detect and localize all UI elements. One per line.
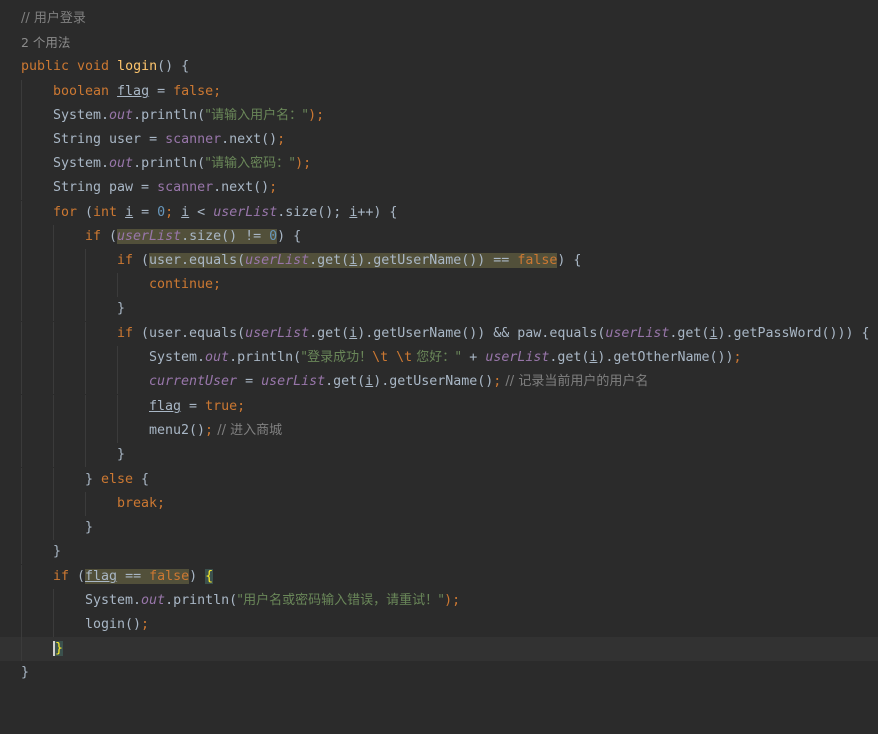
code-line: 2 个用法: [0, 31, 878, 55]
indent-guide: [21, 346, 22, 371]
comment-header: // 用户登录: [21, 11, 86, 26]
indent-guide: [117, 419, 118, 444]
usage-hint[interactable]: 2 个用法: [21, 31, 70, 55]
indent-guide: [21, 249, 22, 274]
code-line: boolean flag = false;: [0, 80, 878, 105]
indent-guide: [21, 637, 22, 662]
keyword: boolean: [53, 84, 118, 99]
literal: false: [173, 84, 214, 99]
string-literal: "请输入密码：": [205, 156, 296, 171]
code-line: System.out.println("请输入密码：");: [0, 152, 878, 177]
matched-brace: {: [205, 569, 214, 584]
code-line: for (int i = 0; i < userList.size(); i++…: [0, 201, 878, 226]
indent-guide: [21, 273, 22, 298]
indent-guide: [53, 346, 54, 371]
indent-guide: [117, 273, 118, 298]
indent-guide: [85, 419, 86, 444]
indent-guide: [21, 152, 22, 177]
code-line: String paw = scanner.next();: [0, 176, 878, 201]
indent-guide: [85, 322, 86, 347]
indent-guide: [53, 249, 54, 274]
indent-guide: [21, 516, 22, 541]
indent-guide: [53, 613, 54, 638]
code-line: }: [0, 443, 878, 468]
indent-guide: [21, 613, 22, 638]
current-line: }: [0, 637, 878, 662]
code-line: continue;: [0, 273, 878, 298]
indent-guide: [21, 201, 22, 226]
code-line: if (user.equals(userList.get(i).getUserN…: [0, 249, 878, 274]
indent-guide: [53, 322, 54, 347]
indent-guide: [117, 395, 118, 420]
indent-guide: [21, 176, 22, 201]
indent-guide: [21, 370, 22, 395]
indent-guide: [21, 492, 22, 517]
variable-flag[interactable]: flag: [117, 84, 149, 99]
code-line: }: [0, 540, 878, 565]
indent-guide: [21, 322, 22, 347]
indent-guide: [85, 443, 86, 468]
indent-guide: [21, 225, 22, 250]
indent-guide: [21, 297, 22, 322]
indent-guide: [21, 565, 22, 590]
code-line: currentUser = userList.get(i).getUserNam…: [0, 370, 878, 395]
indent-guide: [53, 395, 54, 420]
code-line: login();: [0, 613, 878, 638]
code-line: break;: [0, 492, 878, 517]
indent-guide: [85, 273, 86, 298]
indent-guide: [117, 370, 118, 395]
indent-guide: [21, 419, 22, 444]
code-line: } else {: [0, 468, 878, 493]
indent-guide: [117, 346, 118, 371]
code-line: if (flag == false) {: [0, 565, 878, 590]
indent-guide: [85, 492, 86, 517]
indent-guide: [21, 104, 22, 129]
method-signature: public void login() {: [0, 55, 878, 79]
code-line: if (userList.size() != 0) {: [0, 225, 878, 250]
string-literal: "请输入用户名：": [205, 108, 309, 123]
indent-guide: [21, 80, 22, 105]
indent-guide: [53, 370, 54, 395]
method-name[interactable]: login: [117, 59, 157, 74]
code-line: // 用户登录: [0, 7, 878, 31]
indent-guide: [85, 249, 86, 274]
indent-guide: [21, 540, 22, 565]
indent-guide: [53, 225, 54, 250]
indent-guide: [21, 443, 22, 468]
code-line: menu2(); // 进入商城: [0, 419, 878, 444]
indent-guide: [53, 297, 54, 322]
indent-guide: [53, 419, 54, 444]
code-line: System.out.println("用户名或密码输入错误，请重试！");: [0, 589, 878, 614]
indent-guide: [85, 370, 86, 395]
indent-guide: [53, 589, 54, 614]
indent-guide: [85, 297, 86, 322]
indent-guide: [21, 589, 22, 614]
code-line: }: [0, 297, 878, 322]
code-line: System.out.println("请输入用户名：");: [0, 104, 878, 129]
code-editor[interactable]: // 用户登录 2 个用法 public void login() { bool…: [0, 0, 878, 698]
signature-rest: () {: [157, 59, 190, 74]
indent-guide: [21, 468, 22, 493]
indent-guide: [85, 346, 86, 371]
indent-guide: [53, 273, 54, 298]
code-line: }: [21, 665, 30, 680]
text-cursor: }: [53, 641, 64, 656]
code-line: flag = true;: [0, 395, 878, 420]
indent-guide: [53, 516, 54, 541]
code-line: System.out.println("登录成功！\t \t 您好：" + us…: [0, 346, 878, 371]
indent-guide: [53, 468, 54, 493]
modifiers: public void: [21, 59, 118, 74]
indent-guide: [21, 395, 22, 420]
indent-guide: [53, 492, 54, 517]
indent-guide: [21, 128, 22, 153]
code-line: String user = scanner.next();: [0, 128, 878, 153]
indent-guide: [53, 443, 54, 468]
indent-guide: [85, 395, 86, 420]
code-line: }: [0, 516, 878, 541]
code-line: if (user.equals(userList.get(i).getUserN…: [0, 322, 878, 347]
